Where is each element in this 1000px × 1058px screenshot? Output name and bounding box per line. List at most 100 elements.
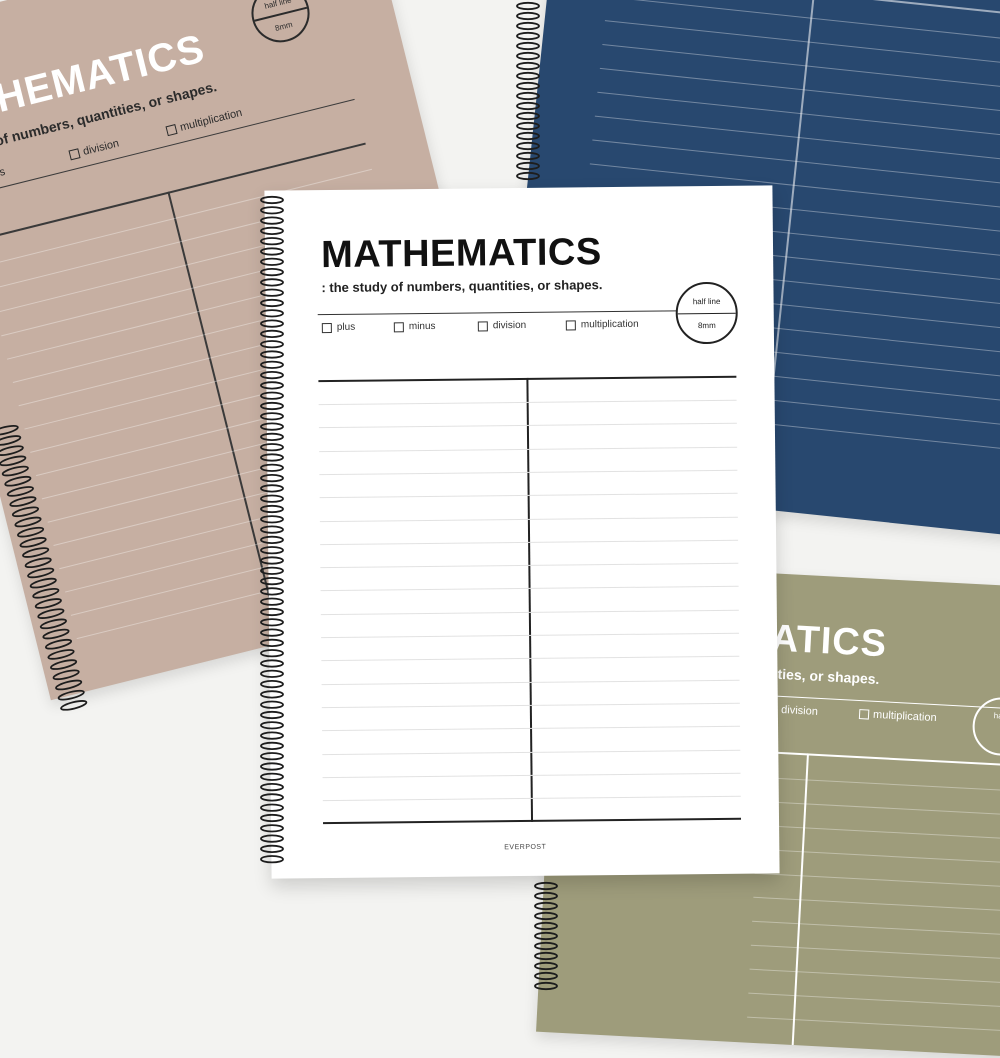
spiral-coil [6, 486, 34, 497]
spiral-coil [260, 546, 284, 555]
spiral-coil [516, 51, 540, 61]
line-spec-badge: half line 8mm [675, 281, 739, 345]
spiral-coil [9, 496, 37, 507]
ruled-line [759, 776, 1000, 794]
spiral-coil [260, 504, 284, 514]
spiral-coil [14, 516, 42, 528]
spiral-coil [534, 931, 558, 941]
spiral-coil [516, 151, 540, 161]
spiral-coil [260, 824, 284, 833]
ruled-lines [0, 0, 465, 640]
header-divider [317, 310, 678, 316]
spiral-coil [260, 649, 284, 658]
spiral-coil [260, 834, 284, 843]
spiral-coil [0, 445, 24, 456]
spiral-coil [260, 690, 284, 699]
spiral-coil [534, 891, 558, 901]
spiral-coil [260, 206, 284, 215]
spiral-coil [534, 981, 558, 991]
checkbox-icon [858, 709, 870, 720]
spiral-coil [260, 226, 284, 236]
spiral-coil [260, 659, 284, 668]
spiral-coil [534, 951, 558, 961]
ruled-line [754, 872, 1000, 889]
spiral-coil [516, 11, 540, 21]
spiral-coil [60, 700, 88, 711]
spiral-coil [44, 638, 73, 650]
ruled-line [602, 44, 1000, 91]
spiral-coil [516, 21, 540, 31]
spiral-coil [37, 608, 65, 619]
spiral-coil [17, 526, 45, 538]
ruled-line [750, 944, 1000, 961]
white-spiral-binding [260, 195, 284, 864]
checkbox-icon [477, 320, 488, 331]
spiral-coil [260, 721, 284, 730]
spiral-coil [534, 971, 558, 981]
spiral-coil [260, 319, 284, 328]
spiral-coil [260, 268, 284, 277]
spiral-coil [0, 435, 22, 446]
spiral-coil [260, 329, 284, 338]
ruled-line [758, 800, 1000, 818]
spiral-coil [516, 101, 540, 111]
spiral-coil [260, 762, 284, 771]
ruled-line [752, 920, 1000, 937]
checkbox-icon [321, 322, 332, 333]
spiral-coil [11, 506, 40, 518]
white-notebook: MATHEMATICS : the study of numbers, quan… [264, 185, 780, 879]
spiral-coil [260, 752, 284, 761]
spiral-coil [260, 412, 284, 421]
spiral-coil [260, 566, 284, 575]
spiral-coil [260, 669, 284, 678]
spiral-coil [22, 547, 50, 558]
spiral-coil [260, 237, 284, 246]
spiral-coil [32, 587, 60, 599]
spiral-coil [260, 618, 284, 627]
header-divider [0, 98, 355, 197]
spiral-coil [260, 484, 284, 493]
spiral-coil [260, 278, 284, 287]
spiral-coil [52, 669, 80, 681]
spiral-coil [260, 587, 284, 596]
spiral-coil [260, 463, 284, 472]
table-center-line [791, 753, 809, 1054]
spiral-coil [47, 649, 75, 660]
spiral-coil [260, 741, 284, 751]
spiral-coil [260, 700, 284, 709]
spiral-coil [260, 391, 284, 400]
spiral-coil [39, 618, 67, 630]
spiral-coil [260, 453, 284, 462]
checkbox-multiplication: multiplication [858, 708, 937, 724]
spiral-coil [534, 881, 558, 891]
spiral-coil [260, 679, 284, 689]
brand-mark: EVERPOST [504, 843, 547, 852]
checkbox-multiplication: multiplication [165, 107, 243, 137]
spiral-coil [260, 422, 284, 431]
spiral-coil [516, 91, 540, 101]
spiral-coil [0, 455, 27, 467]
spiral-coil [260, 844, 284, 854]
ruled-line [757, 824, 1000, 842]
spiral-coil [260, 298, 284, 308]
spiral-coil [260, 731, 284, 740]
spiral-coil [260, 350, 284, 359]
spiral-coil [260, 216, 284, 225]
spiral-coil [516, 121, 540, 131]
spiral-coil [260, 638, 284, 647]
spiral-coil [260, 772, 284, 781]
ruled-line [749, 968, 1000, 985]
spiral-coil [516, 81, 540, 91]
table-top-line [760, 750, 1000, 769]
notebook-subtitle: tities, or shapes. [768, 665, 880, 688]
spiral-coil [534, 911, 558, 921]
checkbox-icon [565, 319, 576, 331]
spiral-coil [260, 247, 284, 256]
spiral-coil [516, 1, 540, 11]
spiral-coil [260, 782, 284, 792]
spiral-coil [534, 901, 558, 911]
spiral-coil [27, 567, 55, 579]
spiral-coil [260, 494, 284, 503]
spiral-coil [260, 597, 284, 606]
spiral-coil [516, 131, 540, 141]
